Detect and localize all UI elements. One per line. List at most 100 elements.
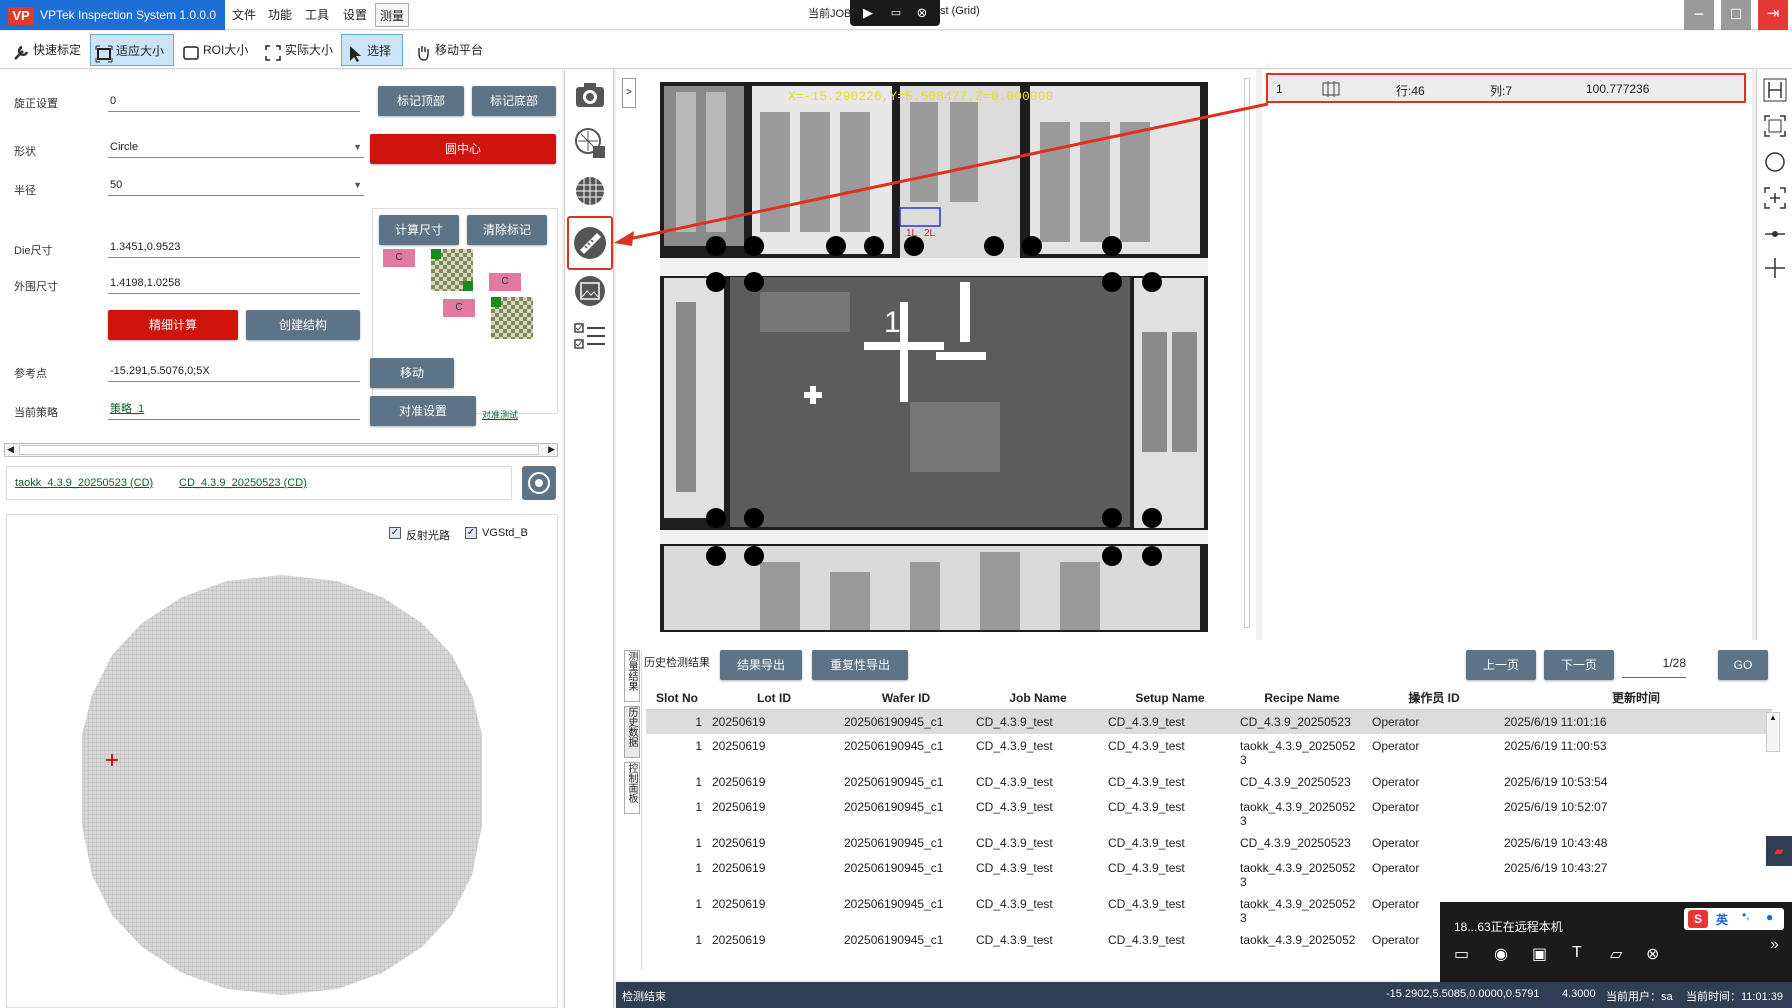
circle-center-button[interactable]: 圆中心 — [370, 134, 556, 164]
repeat-export-button[interactable]: 重复性导出 — [812, 650, 908, 680]
export-results-button[interactable]: 结果导出 — [720, 650, 802, 680]
camera-icon[interactable] — [573, 78, 607, 112]
tab-history-data[interactable]: 历史数据 — [624, 706, 640, 758]
fit-size-button[interactable]: 适应大小 — [90, 34, 174, 66]
text-icon[interactable]: T — [1572, 944, 1582, 962]
expand-panel-button[interactable]: > — [622, 78, 636, 108]
table-row[interactable]: 1 20250619 202506190945_c1 CD_4.3.9_test CD_… — [646, 856, 1772, 892]
table-row[interactable]: 1 20250619 202506190945_c1 CD_4.3.9_test CD_… — [646, 795, 1772, 831]
image-vertical-scroll[interactable] — [1244, 78, 1250, 628]
tab-measure-result[interactable]: 测量结果 — [624, 650, 640, 702]
shape-select[interactable]: Circle ▼ — [108, 136, 364, 158]
side-flag-button[interactable]: ▰ — [1766, 836, 1792, 866]
disconnect-icon[interactable]: ⊗ — [1646, 944, 1659, 964]
result-row[interactable]: 1 行:46 列:7 100.777236 — [1266, 73, 1746, 103]
scroll-up-icon[interactable]: ▲ — [1767, 713, 1779, 722]
recipe-link-1[interactable]: taokk_4.3.9_20250523 (CD) — [15, 477, 153, 489]
table-scrollbar[interactable]: ▲ — [1766, 712, 1780, 752]
move-platform-button[interactable]: 移动平台 — [410, 34, 490, 66]
mark-bottom-button[interactable]: 标记底部 — [472, 86, 556, 116]
rectangle-tool-icon[interactable] — [1763, 114, 1787, 138]
crosshair-box-icon[interactable] — [1763, 186, 1787, 210]
align-settings-button[interactable]: 对准设置 — [370, 396, 476, 426]
remote-play-icon[interactable]: ▶ — [860, 5, 876, 21]
remote-screen-icon[interactable]: ▭ — [888, 5, 904, 21]
screen-share-icon[interactable]: ▣ — [1532, 944, 1547, 964]
align-test-link[interactable]: 对准测试 — [482, 408, 518, 421]
table-cell: CD_4.3.9_20250523 — [1240, 836, 1351, 850]
tab-control-panel[interactable]: 控制面板 — [624, 762, 640, 814]
outer-size-input[interactable]: 1.4198,1.0258 — [108, 272, 360, 294]
ime-mic-icon[interactable]: ● — [1766, 910, 1773, 924]
col-setup-name[interactable]: Setup Name — [1104, 687, 1236, 710]
col-wafer-id[interactable]: Wafer ID — [840, 687, 972, 710]
reflect-checkbox[interactable]: ✓ — [389, 527, 401, 539]
col-job-name[interactable]: Job Name — [972, 687, 1104, 710]
wrench-icon — [12, 42, 30, 60]
ime-language[interactable]: 英 — [1716, 911, 1728, 928]
roi-size-button[interactable]: ROI大小 — [178, 34, 250, 66]
col-slot-no[interactable]: Slot No — [646, 687, 708, 710]
menu-settings[interactable]: 设置 — [343, 6, 367, 23]
table-row[interactable]: 1 20250619 202506190945_c1 CD_4.3.9_test CD_… — [646, 709, 1772, 734]
measure-width-icon[interactable] — [1763, 78, 1787, 102]
mic-icon[interactable]: ◉ — [1494, 944, 1508, 964]
create-struct-button[interactable]: 创建结构 — [246, 310, 360, 340]
clear-mark-button[interactable]: 清除标记 — [467, 215, 547, 245]
move-button[interactable]: 移动 — [370, 358, 454, 388]
grid-settings-icon[interactable] — [573, 126, 607, 160]
vgstd-checkbox[interactable]: ✓ — [465, 527, 477, 539]
go-button[interactable]: GO — [1718, 650, 1768, 680]
radius-select[interactable]: 50 ▼ — [108, 174, 364, 196]
recipe-link-2[interactable]: CD_4.3.9_20250523 (CD) — [179, 477, 307, 489]
circle-tool-icon[interactable] — [1763, 150, 1787, 174]
ref-point-input[interactable]: -15.291,5.5076,0;5X — [108, 360, 360, 382]
scroll-left-icon[interactable]: ◀ — [7, 444, 14, 455]
rotate-input[interactable]: 0 — [108, 90, 360, 112]
scroll-right-icon[interactable]: ▶ — [548, 444, 555, 455]
maximize-button[interactable]: ☐ — [1721, 0, 1751, 30]
horizontal-scrollbar[interactable]: ◀ ▶ — [4, 443, 558, 457]
calc-size-button[interactable]: 计算尺寸 — [379, 215, 459, 245]
measure-tool-highlight[interactable] — [567, 216, 613, 270]
folder-icon[interactable]: ▱ — [1610, 944, 1622, 964]
remote-close-icon[interactable]: ⊗ — [914, 5, 930, 21]
menu-measure[interactable]: 测量 — [375, 3, 410, 27]
line-tool-icon[interactable] — [1763, 222, 1787, 246]
chat-icon[interactable]: ▭ — [1454, 944, 1469, 964]
recipe-settings-button[interactable] — [522, 466, 556, 500]
table-row[interactable]: 1 20250619 202506190945_c1 CD_4.3.9_test CD_… — [646, 734, 1772, 770]
ruler-measure-icon[interactable] — [573, 226, 607, 260]
ime-punct-icon[interactable]: •, — [1742, 908, 1750, 922]
col-operator-id[interactable]: 操作员 ID — [1368, 687, 1500, 710]
select-button[interactable]: 选择 — [341, 34, 403, 66]
image-frame-icon[interactable] — [573, 274, 607, 308]
page-input[interactable]: 1/28 — [1622, 656, 1686, 678]
die-image[interactable]: 1 X=-15.290226,Y=5.508477,Z=0.000000 1L … — [660, 82, 1208, 632]
menu-function[interactable]: 功能 — [268, 6, 292, 23]
die-size-input[interactable]: 1.3451,0.9523 — [108, 236, 360, 258]
minimize-button[interactable]: − — [1684, 0, 1714, 30]
exit-button[interactable]: ⇥ — [1758, 0, 1788, 30]
fine-calc-button[interactable]: 精细计算 — [108, 310, 238, 340]
collapse-icon[interactable]: » — [1770, 936, 1779, 954]
crosshair-icon[interactable] — [1763, 256, 1787, 280]
quick-calibrate-button[interactable]: 快速标定 — [8, 34, 86, 66]
table-row[interactable]: 1 20250619 202506190945_c1 CD_4.3.9_test CD_… — [646, 770, 1772, 795]
actual-size-button[interactable]: 实际大小 — [260, 34, 334, 66]
col-update-time[interactable]: 更新时间 — [1500, 687, 1772, 710]
wafer-grid-icon[interactable] — [573, 174, 607, 208]
col-lot-id[interactable]: Lot ID — [708, 687, 840, 710]
wafer-map[interactable] — [77, 575, 487, 995]
checklist-icon[interactable] — [573, 320, 607, 354]
ime-bar[interactable]: S 英 •, ● — [1684, 908, 1784, 930]
prev-page-button[interactable]: 上一页 — [1466, 650, 1536, 680]
mark-top-button[interactable]: 标记顶部 — [378, 86, 464, 116]
strategy-input[interactable]: 策略_1 — [108, 398, 360, 420]
table-row[interactable]: 1 20250619 202506190945_c1 CD_4.3.9_test CD_… — [646, 831, 1772, 856]
scroll-thumb[interactable] — [19, 445, 539, 455]
next-page-button[interactable]: 下一页 — [1544, 650, 1614, 680]
menu-tools[interactable]: 工具 — [305, 6, 329, 23]
col-recipe-name[interactable]: Recipe Name — [1236, 687, 1368, 710]
menu-file[interactable]: 文件 — [232, 6, 256, 23]
